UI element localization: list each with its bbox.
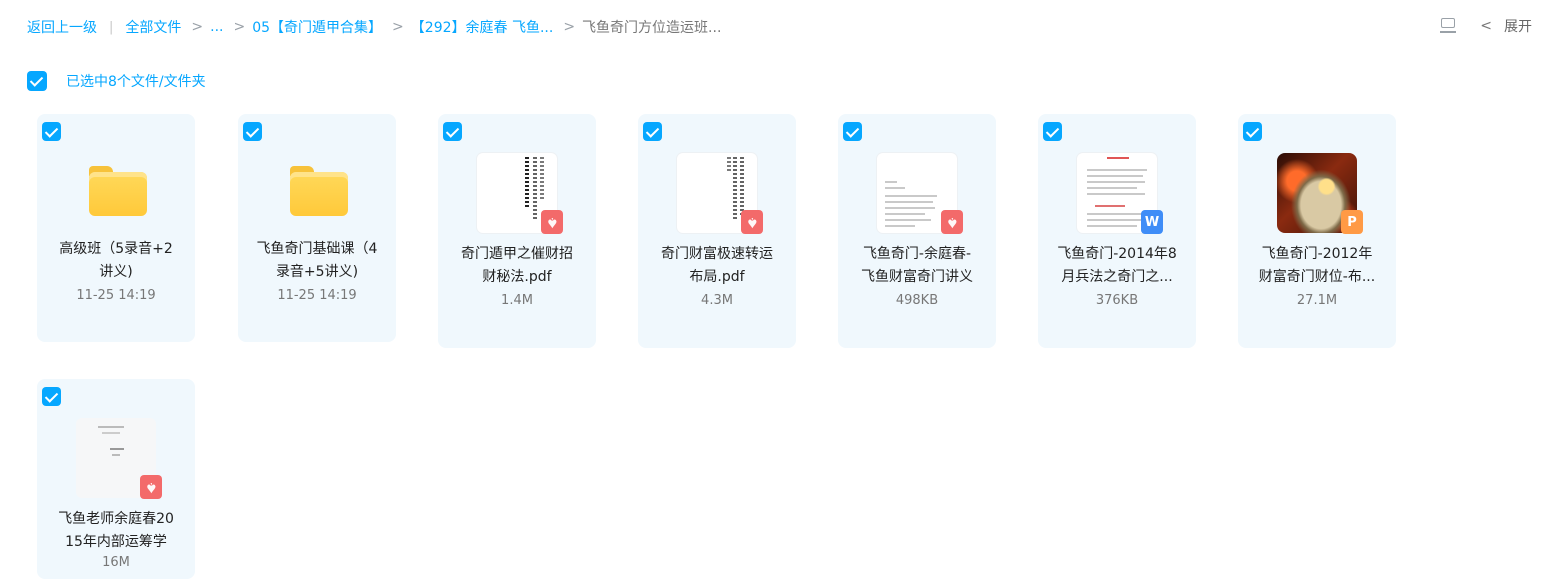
file-name: 飞鱼奇门-2012年 财富奇门财位-布... (1258, 246, 1376, 285)
item-checkbox[interactable] (843, 122, 862, 141)
folder-icon (290, 166, 348, 216)
file-meta: 1.4M (501, 293, 533, 308)
item-checkbox[interactable] (42, 387, 61, 406)
file-card-pdf[interactable]: 奇门遁甲之催财招财秘法.pdf 1.4M (438, 114, 596, 348)
file-card-word[interactable]: W 飞鱼奇门-2014年8 月兵法之奇门之... 376KB (1038, 114, 1196, 348)
file-name: 奇门遁甲之催财招 财秘法.pdf (461, 246, 573, 285)
word-thumbnail: W (1077, 153, 1163, 234)
breadcrumb-divider: | (109, 19, 114, 35)
file-meta: 11-25 14:19 (277, 288, 357, 303)
item-checkbox[interactable] (42, 122, 61, 141)
view-controls: < 展开 (1440, 16, 1532, 36)
file-meta: 4.3M (701, 293, 733, 308)
file-meta: 376KB (1095, 293, 1139, 308)
breadcrumb-qimen-collection[interactable]: 05【奇门遁甲合集】 (252, 17, 382, 37)
file-name: 飞鱼奇门基础课（4 录音+5讲义) (256, 241, 378, 280)
file-meta: 11-25 14:19 (76, 288, 156, 303)
pdf-icon (941, 210, 963, 234)
breadcrumb: 返回上一级 | 全部文件 > ... > 05【奇门遁甲合集】 > 【292】余… (27, 17, 721, 37)
list-view-icon[interactable] (1440, 17, 1457, 35)
selection-bar: 已选中8个文件/文件夹 (27, 71, 206, 91)
pdf-icon (140, 475, 162, 499)
file-card-folder-basic[interactable]: 飞鱼奇门基础课（4 录音+5讲义) 11-25 14:19 (238, 114, 396, 342)
breadcrumb-292-folder[interactable]: 【292】余庭春 飞鱼... (411, 17, 554, 37)
item-checkbox[interactable] (643, 122, 662, 141)
item-checkbox[interactable] (1243, 122, 1262, 141)
selection-count-label: 已选中8个文件/文件夹 (66, 74, 206, 90)
file-name: 奇门财富极速转运 布局.pdf (661, 246, 773, 285)
file-card-pdf[interactable]: 奇门财富极速转运布局.pdf 4.3M (638, 114, 796, 348)
item-checkbox[interactable] (443, 122, 462, 141)
item-checkbox[interactable] (1043, 122, 1062, 141)
ppt-thumbnail: P (1277, 153, 1363, 234)
file-name: 高级班（5录音+2 讲义) (59, 241, 173, 280)
chevron-left-icon[interactable]: < (1480, 18, 1492, 34)
pdf-thumbnail (877, 153, 963, 234)
breadcrumb-chevron-icon: > (392, 19, 404, 35)
file-name: 飞鱼奇门-2014年8 月兵法之奇门之... (1057, 246, 1177, 285)
file-card-ppt[interactable]: P 飞鱼奇门-2012年 财富奇门财位-布... 27.1M (1238, 114, 1396, 348)
file-meta: 498KB (895, 293, 939, 308)
pdf-thumbnail (477, 153, 563, 234)
item-checkbox[interactable] (243, 122, 262, 141)
back-link[interactable]: 返回上一级 (27, 17, 97, 37)
pdf-thumbnail (76, 418, 162, 499)
pdf-icon (541, 210, 563, 234)
word-icon: W (1141, 210, 1163, 234)
breadcrumb-current-folder: 飞鱼奇门方位造运班... (582, 20, 722, 36)
top-bar: 返回上一级 | 全部文件 > ... > 05【奇门遁甲合集】 > 【292】余… (0, 0, 1556, 52)
expand-button[interactable]: 展开 (1504, 16, 1532, 36)
breadcrumb-chevron-icon: > (233, 19, 246, 35)
file-card-folder-advanced[interactable]: 高级班（5录音+2 讲义) 11-25 14:19 (37, 114, 195, 342)
file-meta: 16M (102, 555, 130, 570)
file-card-pdf[interactable]: 飞鱼老师余庭春2015年内部运筹学 16M (37, 379, 195, 579)
file-meta: 27.1M (1296, 293, 1338, 308)
file-card-pdf[interactable]: 飞鱼奇门-余庭春-飞鱼财富奇门讲义 498KB (838, 114, 996, 348)
breadcrumb-chevron-icon: > (563, 19, 576, 35)
breadcrumb-all-files[interactable]: 全部文件 (125, 17, 181, 37)
pdf-thumbnail (677, 153, 763, 234)
folder-icon (89, 166, 147, 216)
pdf-icon (741, 210, 763, 234)
file-name: 飞鱼奇门-余庭春- 飞鱼财富奇门讲义 (861, 246, 973, 285)
ppt-icon: P (1341, 210, 1363, 234)
file-name: 飞鱼老师余庭春20 15年内部运筹学 (58, 511, 174, 550)
select-all-checkbox[interactable] (27, 71, 47, 91)
breadcrumb-chevron-icon: > (191, 19, 204, 35)
breadcrumb-ellipsis[interactable]: ... (210, 19, 223, 35)
